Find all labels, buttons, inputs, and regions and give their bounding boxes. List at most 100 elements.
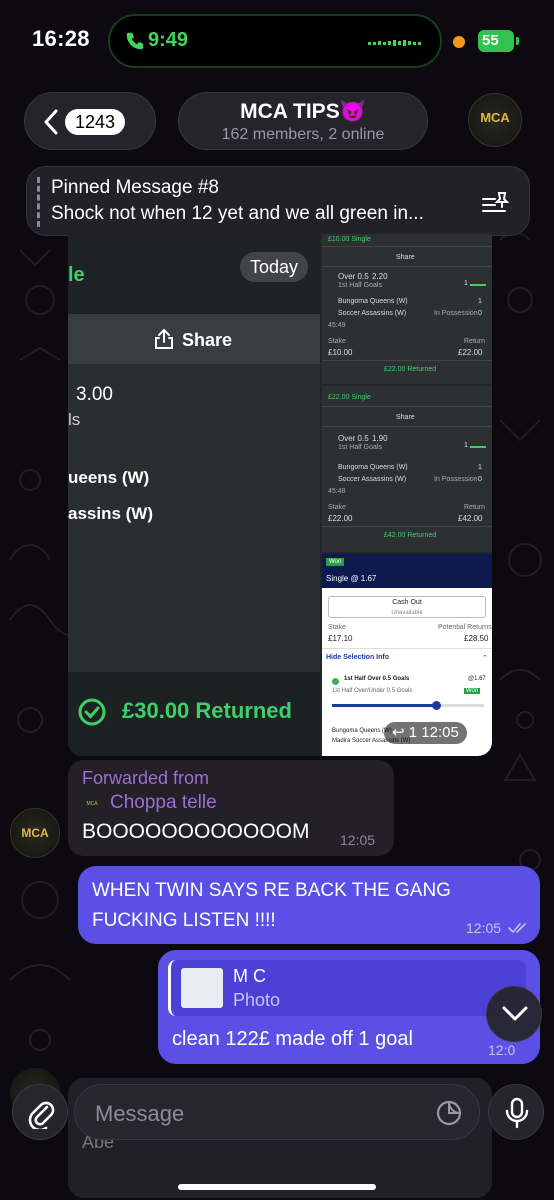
bet3-team1: Bungoma Queens (W) (332, 728, 392, 734)
check-circle-icon (78, 698, 106, 726)
bet2-team2-score: 0 (478, 476, 482, 483)
quote-author: M C (233, 966, 266, 986)
group-avatar[interactable]: MCA (468, 93, 522, 147)
bet1-returned: £22.00 Returned (384, 366, 437, 373)
status-time: 16:28 (32, 26, 90, 51)
bet3-cash-out: Cash Out Unavailable (328, 596, 486, 618)
message-input[interactable]: Message (74, 1084, 480, 1140)
message-bubble-outgoing-reply[interactable]: M C Photo clean 122£ made off 1 goal 12:… (158, 950, 540, 1064)
team-away: assins (W) (68, 504, 154, 523)
bet-screenshot-large[interactable]: le Today Share 3.00 ls ueens (W) assins … (68, 234, 320, 756)
sender-avatar-logo: MCA (21, 826, 49, 840)
album-meta-pill: ↩ 1 12:05 (384, 722, 467, 744)
double-check-icon (508, 923, 526, 934)
chevron-up-icon: ⌃ (482, 655, 488, 662)
bet-screenshot-3[interactable]: Won Single @ 1.67 Cash Out Unavailable S… (322, 554, 492, 756)
bet3-stake: £17.10 (328, 634, 353, 643)
bet2-odds: 1.90 (372, 434, 388, 443)
attach-button[interactable] (12, 1084, 68, 1140)
unread-count-badge: 1243 (65, 109, 126, 135)
microphone-button[interactable] (488, 1084, 544, 1140)
message-bubble-incoming[interactable]: Forwarded from MCA Choppa telle BOOOOOOO… (68, 760, 394, 856)
odds-value: 3.00 (76, 384, 113, 405)
bet2-team2: Soccer Assassins (W) (338, 476, 407, 483)
bet1-selection: Over 0.5 (338, 272, 369, 281)
forwarded-label: Forwarded from (82, 768, 210, 788)
reply-arrow-icon: ↩ (392, 724, 405, 741)
chat-member-count: 162 members, 2 online (221, 126, 385, 143)
message-time: 12:05 (466, 920, 502, 936)
chevron-left-icon (44, 109, 58, 135)
back-button[interactable]: 1243 (24, 92, 156, 150)
bet2-selection: Over 0.5 (338, 434, 369, 443)
bet3-header: Won Single @ 1.67 (322, 554, 492, 588)
bet3-potential: £28.50 (464, 634, 489, 643)
bet1-team1-score: 1 (478, 298, 482, 305)
message-bubble-outgoing[interactable]: WHEN TWIN SAYS RE BACK THE GANG FUCKING … (78, 866, 540, 944)
pinned-message-bar[interactable]: Pinned Message #8 Shock not when 12 yet … (26, 166, 530, 236)
bet1-stake: £10.00 (328, 348, 353, 357)
photo-album-message[interactable]: le Today Share 3.00 ls ueens (W) assins … (68, 234, 492, 756)
chat-title: MCA TIPS😈 (240, 100, 366, 123)
share-label: Share (182, 330, 233, 350)
bet2-header: £22.00 Single (328, 394, 371, 401)
bet2-return-label: Return (464, 504, 486, 511)
microphone-icon (505, 1097, 529, 1129)
bet-header: le Today (68, 234, 320, 314)
pinned-text: Shock not when 12 yet and we all green i… (51, 203, 424, 224)
bet1-header: £10.00 Single (328, 236, 371, 243)
home-indicator (178, 1184, 376, 1190)
pin-list-icon[interactable] (481, 189, 511, 215)
forward-source-name[interactable]: Choppa telle (110, 792, 217, 814)
bet1-team1: Bungoma Queens (W) (338, 298, 408, 305)
quote-photo-thumbnail (181, 968, 223, 1008)
pinned-indicator (37, 177, 40, 227)
bet1-team2: Soccer Assassins (W) (338, 310, 407, 317)
bet-screenshot-1[interactable]: £10.00 Single Share Over 0.5 2.20 1st Ha… (322, 234, 492, 384)
share-icon (155, 328, 173, 349)
chat-info-button[interactable]: MCA TIPS😈 162 members, 2 online (178, 92, 428, 150)
paperclip-icon (28, 1101, 55, 1129)
bet1-return-label: Return (464, 338, 486, 345)
bet2-returned: £42.00 Returned (384, 532, 437, 539)
bet2-stake: £22.00 (328, 514, 353, 523)
audio-wave-icon (368, 40, 421, 46)
bet3-selection-odds: @1.67 (468, 676, 486, 682)
group-avatar-logo: MCA (480, 110, 510, 125)
date-badge: Today (240, 252, 309, 282)
sticker-icon[interactable] (435, 1099, 463, 1127)
mic-in-use-indicator (453, 36, 465, 48)
bet1-share: Share (396, 254, 415, 261)
album-time: 12:05 (421, 724, 459, 741)
reply-quote[interactable]: M C Photo (168, 960, 526, 1016)
bet3-stake-label: Stake (328, 624, 346, 631)
quote-type: Photo (233, 990, 281, 1010)
phone-icon (126, 32, 144, 50)
share-button: Share (68, 314, 320, 364)
bet2-clock: 45:48 (328, 488, 346, 495)
sender-avatar[interactable]: MCA (10, 808, 60, 858)
call-indicator[interactable]: 9:49 (108, 14, 442, 68)
bet3-cash-out-label: Cash Out (392, 599, 422, 606)
bet3-won-badge: Won (326, 558, 345, 566)
battery-tip (516, 37, 519, 45)
returned-bar: £30.00 Returned (68, 672, 320, 756)
bet2-stake-label: Stake (328, 504, 346, 511)
bet3-single: Single @ 1.67 (326, 574, 377, 583)
bet2-team1-score: 1 (478, 464, 482, 471)
bet3-selection: 1st Half Over 0.5 Goals (344, 676, 410, 682)
message-text: BOOOOOOOOOOOOM (82, 820, 310, 843)
bet3-cash-out-sub: Unavailable (391, 610, 423, 616)
bet1-return: £22.00 (458, 348, 483, 357)
bet-screenshot-2[interactable]: £22.00 Single Share Over 0.5 1.90 1st Ha… (322, 386, 492, 552)
bet1-score-label: 1 (464, 280, 468, 287)
bet3-selection-market: 1st Half Over/Under 0.5 Goals (332, 688, 413, 694)
scroll-to-bottom-button[interactable] (486, 986, 542, 1042)
pinned-title: Pinned Message #8 (51, 177, 219, 198)
bet1-team2-score: 0 (478, 310, 482, 317)
bet1-stake-label: Stake (328, 338, 346, 345)
bet2-return: £42.00 (458, 514, 483, 523)
message-time: 12:05 (340, 832, 376, 848)
message-placeholder: Message (95, 1101, 185, 1126)
team-home: ueens (W) (68, 468, 150, 487)
